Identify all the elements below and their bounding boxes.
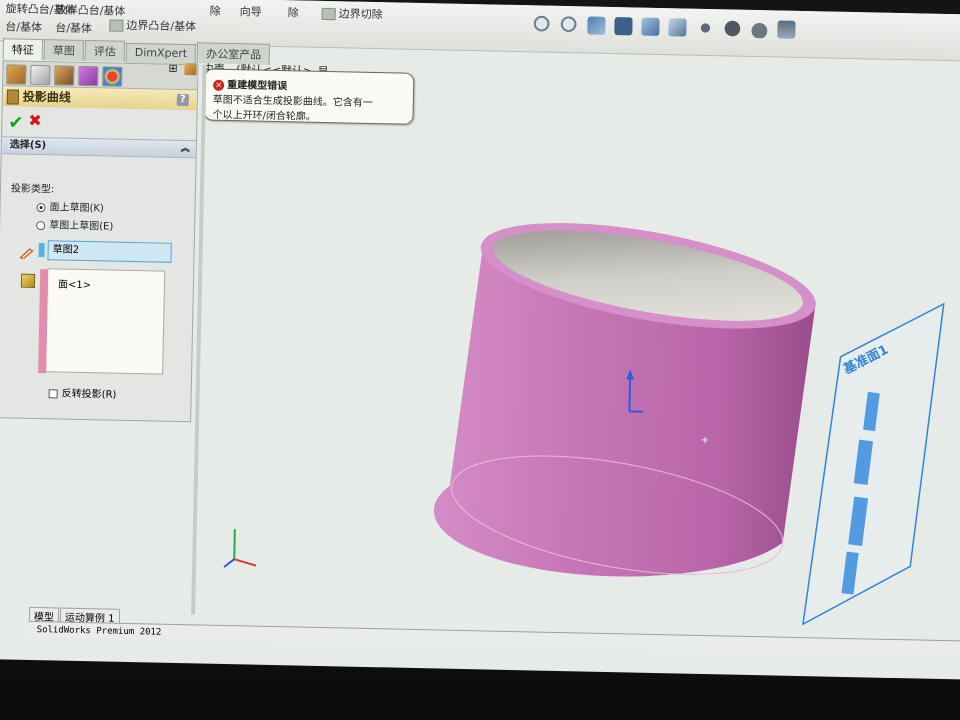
cursor-crosshair: + [701,435,710,446]
triad-z-axis [223,558,235,568]
monitor-bezel: 旋转凸台/基体 台/基体 放样凸台/基体 台/基体 边界凸台/基体 除 向导 除… [0,0,960,720]
triad-y-axis [233,529,236,560]
status-text: SolidWorks Premium 2012 [36,625,162,638]
solidworks-window: 旋转凸台/基体 台/基体 放样凸台/基体 台/基体 边界凸台/基体 除 向导 除… [0,0,960,681]
triad-x-axis [233,558,257,567]
graphics-area: + 基准面1 [191,64,945,626]
panel-splitter[interactable] [191,64,207,615]
sketch-origin-y [628,377,632,412]
